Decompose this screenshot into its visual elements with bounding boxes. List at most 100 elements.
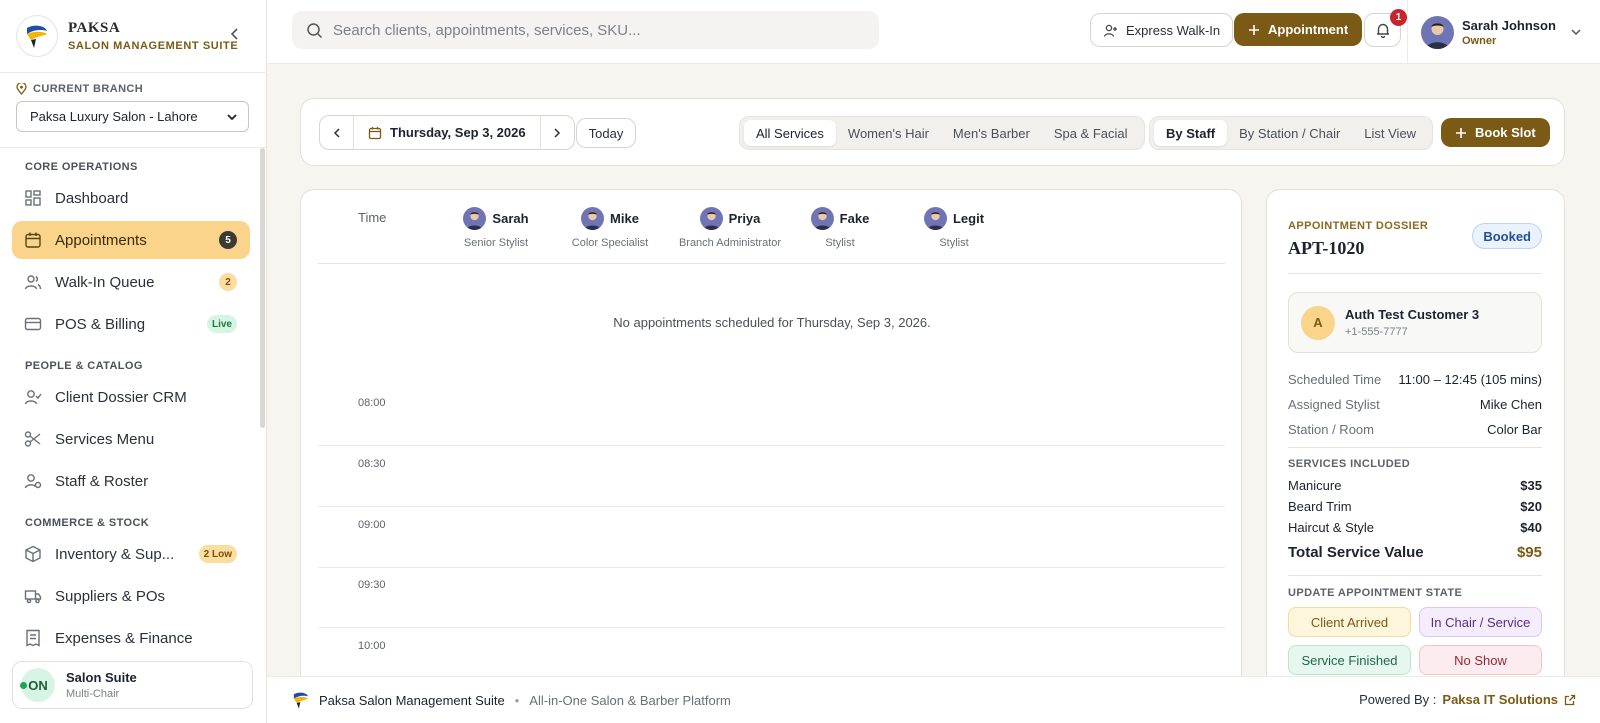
sidebar-nav: CORE OPERATIONS Dashboard Appointments 5… [0, 148, 262, 648]
tab-by-staff[interactable]: By Staff [1154, 120, 1228, 146]
service-line: Haircut & Style $40 [1288, 520, 1542, 535]
footer-tagline: All-in-One Salon & Barber Platform [529, 692, 731, 708]
staff-column-header[interactable]: Mike Color Specialist [555, 207, 665, 249]
sidebar-item-suppliers[interactable]: Suppliers & POs [12, 577, 250, 615]
avatar [463, 207, 487, 230]
staff-role: Senior Stylist [463, 237, 529, 249]
tab-womens-hair[interactable]: Women's Hair [836, 120, 941, 146]
separator: • [514, 692, 520, 708]
collapse-sidebar-icon[interactable] [228, 27, 242, 41]
time-slot[interactable]: 08:30 [318, 446, 1225, 507]
search-icon [306, 22, 323, 39]
slot-time: 09:30 [358, 579, 386, 591]
sidebar-item-walk-in-queue[interactable]: Walk-In Queue 2 [12, 263, 250, 301]
paksa-logo-icon [291, 690, 311, 710]
divider [1288, 273, 1542, 274]
client-arrived-button[interactable]: Client Arrived [1288, 607, 1411, 637]
brand-subtitle: SALON MANAGEMENT SUITE [68, 40, 239, 52]
slot-time: 08:30 [358, 458, 386, 470]
user-role: Owner [1462, 34, 1497, 47]
avatar [699, 207, 723, 230]
user-menu[interactable]: Sarah Johnson Owner [1407, 0, 1582, 64]
calendar-icon [24, 231, 42, 249]
date-navigator: Thursday, Sep 3, 2026 [319, 115, 575, 150]
nav-section-title: CORE OPERATIONS [25, 161, 138, 173]
view-mode-tabs: By Staff By Station / Chair List View [1149, 116, 1434, 150]
date-picker[interactable]: Thursday, Sep 3, 2026 [353, 116, 541, 149]
staff-name: Priya [728, 211, 761, 226]
staff-column-header[interactable]: Legit Stylist [899, 207, 1009, 249]
sidebar-item-appointments[interactable]: Appointments 5 [12, 221, 250, 259]
tab-list-view[interactable]: List View [1352, 120, 1428, 146]
new-appointment-button[interactable]: Appointment [1234, 13, 1363, 46]
tab-by-station[interactable]: By Station / Chair [1227, 120, 1352, 146]
in-chair-button[interactable]: In Chair / Service [1419, 607, 1542, 637]
customer-name: Auth Test Customer 3 [1345, 307, 1480, 322]
nav-badge: 5 [219, 231, 237, 249]
sidebar-scrollbar[interactable] [260, 148, 265, 428]
sidebar-item-inventory[interactable]: Inventory & Sup... 2 Low [12, 535, 250, 573]
staff-name: Mike [610, 211, 639, 226]
staff-role: Stylist [825, 237, 855, 249]
slot-time: 08:00 [358, 397, 386, 409]
search-input[interactable] [333, 21, 853, 39]
time-slot[interactable]: 09:00 [318, 507, 1225, 568]
receipt-icon [24, 629, 42, 647]
next-day-button[interactable] [541, 116, 574, 149]
total-row: Total Service Value $95 [1288, 544, 1542, 561]
detail-row: Assigned Stylist Mike Chen [1288, 397, 1542, 412]
no-show-button[interactable]: No Show [1419, 645, 1542, 675]
calendar-header: Time Sarah Senior Stylist Mike Color Spe… [318, 190, 1225, 264]
company-link[interactable]: Paksa IT Solutions [1442, 692, 1558, 707]
chevron-down-icon [226, 111, 238, 123]
service-finished-button[interactable]: Service Finished [1288, 645, 1411, 675]
calendar-icon [368, 126, 382, 140]
sidebar-item-expenses[interactable]: Expenses & Finance [12, 619, 250, 648]
external-link-icon[interactable] [1564, 694, 1576, 706]
services-title: SERVICES INCLUDED [1288, 458, 1411, 470]
today-button[interactable]: Today [576, 118, 636, 148]
book-slot-button[interactable]: Book Slot [1441, 118, 1550, 147]
paksa-logo-icon [16, 15, 58, 57]
sidebar-item-staff-roster[interactable]: Staff & Roster [12, 462, 250, 500]
staff-calendar: Time Sarah Senior Stylist Mike Color Spe… [300, 189, 1242, 723]
top-bar: Express Walk-In Appointment 1 Sarah John… [267, 0, 1600, 64]
staff-role: Branch Administrator [678, 237, 782, 249]
sidebar-item-pos-billing[interactable]: POS & Billing Live [12, 305, 250, 343]
sidebar-item-services-menu[interactable]: Services Menu [12, 420, 250, 458]
staff-role: Color Specialist [571, 237, 649, 249]
user-plus-icon [1103, 23, 1118, 38]
branch-select[interactable]: Paksa Luxury Salon - Lahore [16, 101, 249, 132]
time-slot[interactable]: 08:00 [318, 385, 1225, 446]
time-slot[interactable]: 09:30 [318, 567, 1225, 628]
plus-icon [1455, 127, 1467, 139]
box-icon [24, 545, 42, 563]
staff-column-header[interactable]: Sarah Senior Stylist [441, 207, 551, 249]
nav-section-title: COMMERCE & STOCK [25, 517, 150, 529]
map-pin-icon [16, 83, 27, 95]
customer-card[interactable]: A Auth Test Customer 3 +1-555-7777 [1288, 292, 1542, 353]
user-name: Sarah Johnson [1462, 17, 1556, 33]
notifications-button[interactable]: 1 [1364, 9, 1407, 47]
sidebar-item-client-dossier[interactable]: Client Dossier CRM [12, 378, 250, 416]
staff-role: Stylist [939, 237, 969, 249]
plus-icon [1248, 24, 1260, 36]
previous-day-button[interactable] [320, 116, 353, 149]
avatar [1421, 15, 1454, 49]
slot-time: 09:00 [358, 519, 386, 531]
divider [1288, 447, 1542, 448]
chevron-left-icon [331, 127, 343, 139]
service-line: Beard Trim $20 [1288, 499, 1542, 514]
tab-all-services[interactable]: All Services [744, 120, 836, 146]
truck-icon [24, 587, 42, 605]
staff-column-header[interactable]: Fake Stylist [785, 207, 895, 249]
scissors-icon [24, 430, 42, 448]
express-walk-in-button[interactable]: Express Walk-In [1090, 13, 1234, 47]
tab-mens-barber[interactable]: Men's Barber [941, 120, 1042, 146]
tab-spa-facial[interactable]: Spa & Facial [1042, 120, 1140, 146]
brand-name: PAKSA [68, 20, 121, 36]
sidebar-item-dashboard[interactable]: Dashboard [12, 179, 250, 217]
search-bar [292, 11, 879, 49]
staff-column-header[interactable]: Priya Branch Administrator [667, 207, 793, 249]
suite-title: Salon Suite [66, 670, 137, 685]
